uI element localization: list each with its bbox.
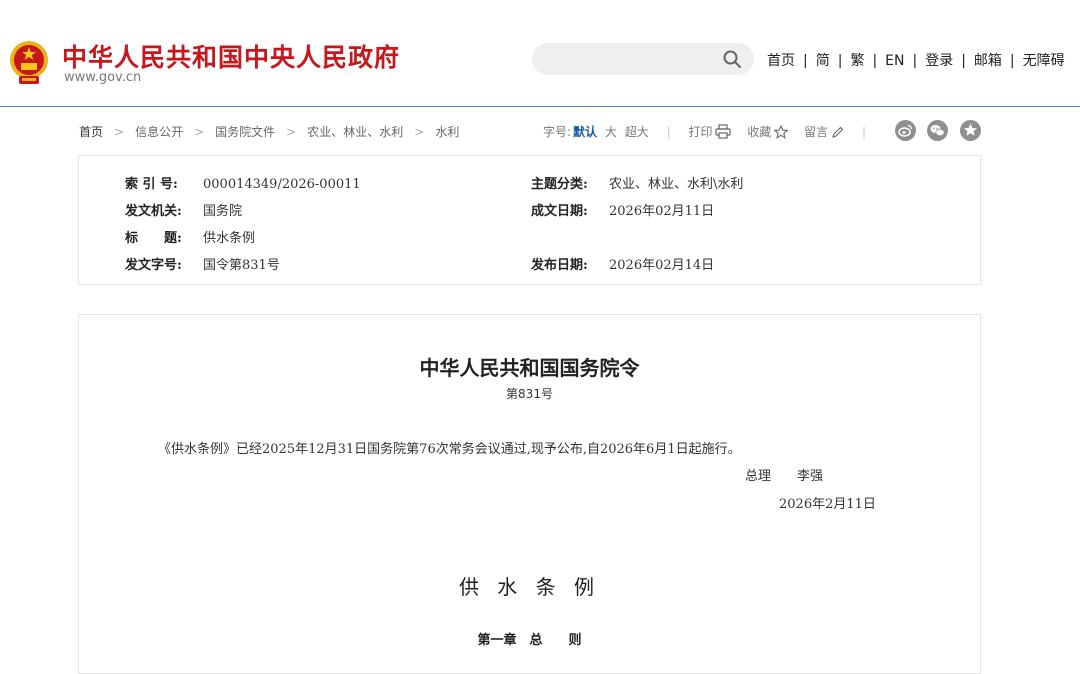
signer: 总理 李强: [745, 465, 823, 484]
meta-value: 国务院: [203, 204, 243, 219]
meta-value: 2026年02月14日: [609, 258, 715, 273]
tools-divider: |: [861, 125, 867, 139]
nav-login-link[interactable]: 登录: [925, 53, 953, 69]
meta-label: 发文机关:: [125, 204, 182, 219]
meta-value: 国令第831号: [203, 258, 280, 273]
meta-value: 供水条例: [203, 231, 256, 246]
nav-traditional-link[interactable]: 繁: [850, 53, 864, 69]
nav-separator: |: [961, 53, 966, 69]
meta-value: 000014349/2026-00011: [203, 177, 361, 192]
breadcrumb-agriculture[interactable]: 农业、林业、水利: [307, 125, 403, 139]
signer-role: 总理: [745, 469, 772, 484]
comment-button[interactable]: 留言: [804, 125, 844, 139]
nav-home-link[interactable]: 首页: [767, 53, 795, 69]
meta-doc-number: 发文字号: 国令第831号: [125, 254, 280, 273]
meta-published-date: 发布日期: 2026年02月14日: [531, 254, 714, 273]
document-metadata: 索 引 号: 000014349/2026-00011 主题分类: 农业、林业、水利…: [78, 155, 981, 285]
nav-english-link[interactable]: EN: [885, 53, 904, 69]
font-size-large[interactable]: 大: [605, 125, 617, 139]
font-size-xlarge[interactable]: 超大: [625, 125, 649, 139]
nav-separator: |: [1009, 53, 1015, 69]
chevron-right-icon: >: [114, 125, 125, 139]
order-title: 中华人民共和国国务院令: [419, 356, 640, 380]
font-size-default[interactable]: 默认: [573, 125, 597, 139]
search-input[interactable]: [532, 43, 754, 75]
breadcrumb-home[interactable]: 首页: [79, 125, 103, 139]
nav-separator: |: [803, 53, 808, 69]
breadcrumb: 首页 > 信息公开 > 国务院文件 > 农业、林业、水利 > 水利: [79, 123, 459, 140]
font-size-label: 字号:: [543, 125, 572, 139]
print-icon: [715, 124, 732, 139]
weibo-icon[interactable]: [895, 120, 916, 141]
meta-issuer: 发文机关: 国务院: [125, 200, 242, 219]
meta-label: 标 题:: [125, 231, 182, 246]
nav-mail-link[interactable]: 邮箱: [974, 53, 1002, 69]
order-number: 第831号: [506, 387, 553, 401]
nav-accessibility-link[interactable]: 无障碍: [1023, 53, 1065, 69]
breadcrumb-info-disclosure[interactable]: 信息公开: [135, 125, 183, 139]
meta-label: 发文字号:: [125, 258, 182, 273]
comment-label: 留言: [804, 125, 829, 139]
favorite-label: 收藏: [747, 125, 772, 139]
chevron-right-icon: >: [414, 125, 425, 139]
signer-name: 李强: [797, 469, 824, 484]
print-label: 打印: [688, 125, 713, 139]
sign-date: 2026年2月11日: [779, 497, 876, 512]
meta-label: 主题分类:: [531, 177, 588, 192]
article-paragraph: 《供水条例》已经2025年12月31日国务院第76次常务会议通过,现予公布,自2…: [158, 442, 741, 457]
meta-created-date: 成文日期: 2026年02月11日: [531, 200, 714, 219]
meta-value: 2026年02月11日: [609, 204, 715, 219]
chevron-right-icon: >: [194, 125, 205, 139]
meta-label: 发布日期:: [531, 258, 588, 273]
breadcrumb-state-council-docs[interactable]: 国务院文件: [215, 125, 275, 139]
site-domain: www.gov.cn: [64, 70, 142, 85]
meta-label: 成文日期:: [531, 204, 588, 219]
star-icon: [773, 124, 789, 139]
breadcrumb-water[interactable]: 水利: [435, 125, 459, 139]
nav-simplified-link[interactable]: 简: [816, 53, 830, 69]
pencil-icon: [832, 126, 844, 138]
meta-title: 标 题: 供水条例: [125, 227, 255, 246]
tools-divider: |: [666, 125, 671, 139]
chevron-right-icon: >: [286, 125, 297, 139]
favorite-button[interactable]: 收藏: [747, 124, 789, 139]
wechat-icon[interactable]: [927, 120, 948, 141]
article-toolbar: 首页 > 信息公开 > 国务院文件 > 农业、林业、水利 > 水利 字号: 默认 大 超大 | 打…: [0, 107, 1080, 153]
top-nav: 首页 | 简 | 繁 | EN | 登录 | 邮箱 | 无障碍: [767, 50, 1065, 70]
article-tools: 字号: 默认 大 超大 | 打印 收藏 留言 |: [543, 123, 880, 140]
search-icon[interactable]: [722, 49, 742, 69]
site-title[interactable]: 中华人民共和国中央人民政府: [62, 38, 400, 74]
print-button[interactable]: 打印: [688, 124, 732, 139]
meta-value: 农业、林业、水利\水利: [609, 177, 744, 192]
regulation-title: 供 水 条 例: [458, 575, 601, 599]
chapter-heading: 第一章 总 则: [477, 633, 582, 648]
nav-separator: |: [837, 53, 843, 69]
nav-separator: |: [872, 53, 878, 69]
meta-topic: 主题分类: 农业、林业、水利\水利: [531, 173, 743, 192]
meta-index: 索 引 号: 000014349/2026-00011: [125, 173, 361, 192]
meta-label: 索 引 号:: [125, 177, 178, 192]
national-emblem-icon[interactable]: [8, 38, 50, 86]
site-header: 中华人民共和国中央人民政府 www.gov.cn 首页 | 简 | 繁 | EN | 登录 | 邮箱…: [0, 0, 1080, 107]
article-content: 中华人民共和国国务院令 第831号 《供水条例》已经2025年12月31日国务院…: [78, 314, 981, 674]
nav-separator: |: [912, 53, 918, 69]
qzone-icon[interactable]: [960, 120, 981, 141]
